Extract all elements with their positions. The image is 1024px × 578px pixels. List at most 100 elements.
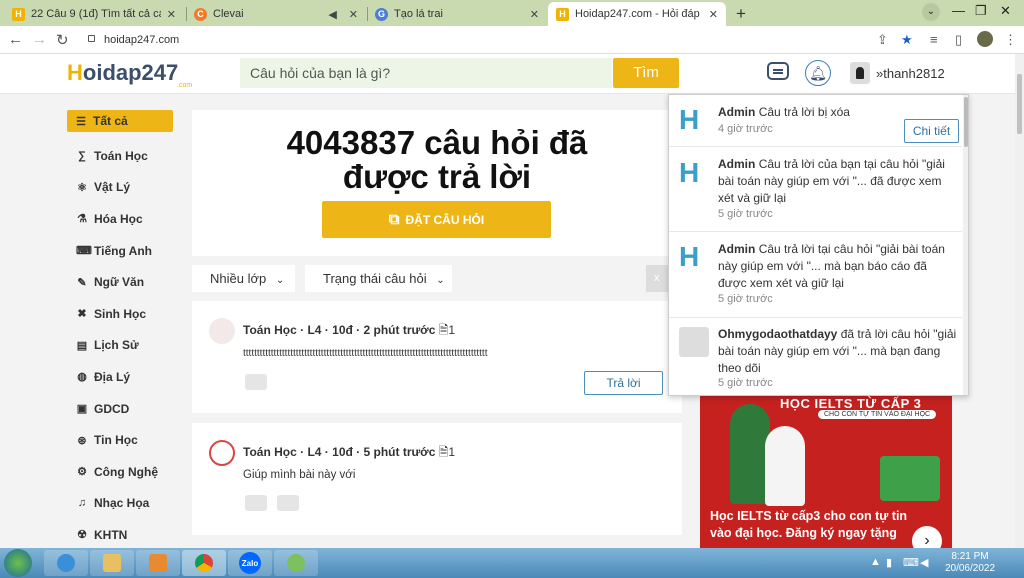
- sidebar-item[interactable]: ✖ Sinh Học: [60, 298, 180, 330]
- browser-tab[interactable]: G Tạo lá trai ✕: [367, 2, 547, 26]
- sidebar-item[interactable]: ▣ GDCD: [60, 393, 180, 425]
- question-card[interactable]: Toán Học · L4 · 10đ · 5 phút trước 🗎︎1 G…: [192, 423, 682, 535]
- taskbar-ie-icon[interactable]: [44, 550, 88, 576]
- browser-tab-bar: H 22 Câu 9 (1đ) Tìm tất cả các phân ✕ C …: [0, 0, 1024, 26]
- browser-tab[interactable]: H 22 Câu 9 (1đ) Tìm tất cả các phân ✕: [4, 2, 184, 26]
- ad-person-image: [730, 404, 770, 504]
- search-input[interactable]: Câu hỏi của bạn là gì?: [240, 58, 612, 88]
- bookmark-star-icon[interactable]: ★: [901, 32, 913, 48]
- question-subject[interactable]: Toán Học: [243, 323, 297, 337]
- question-thumbnail[interactable]: [245, 374, 267, 390]
- tray-network-icon[interactable]: ▮: [886, 556, 892, 569]
- close-tab-icon[interactable]: ✕: [530, 8, 539, 21]
- tab-search-icon[interactable]: ⌄: [922, 3, 940, 21]
- sidebar-item[interactable]: ♫ Nhạc Họa: [60, 488, 180, 520]
- minimize-button[interactable]: —: [952, 3, 965, 18]
- username[interactable]: »thanh2812: [876, 66, 945, 81]
- subject-sidebar: ☰ Tất cả ∑ Toán Học ⚛ Vật Lý ⚗ Hóa Học ⌨ Tiếng An…: [60, 108, 180, 551]
- mute-icon[interactable]: ◀: [328, 8, 336, 21]
- close-window-button[interactable]: ✕: [1000, 3, 1011, 19]
- new-tab-button[interactable]: +: [731, 4, 751, 24]
- ad-book-image: [880, 456, 940, 501]
- question-subject[interactable]: Toán Học: [243, 445, 297, 459]
- taskbar-explorer-icon[interactable]: [90, 550, 134, 576]
- computer-icon: ⊛: [77, 434, 87, 447]
- taskbar-media-icon[interactable]: [136, 550, 180, 576]
- sidebar-item-label: Lịch Sử: [94, 338, 139, 353]
- sidebar-item-label: GDCD: [94, 401, 130, 416]
- sidebar-item[interactable]: ⚗ Hóa Học: [60, 203, 180, 235]
- grade-filter[interactable]: Nhiều lớp ⌄: [192, 265, 295, 292]
- taskbar-clock[interactable]: 8:21 PM 20/06/2022: [940, 551, 1000, 575]
- gear-icon: ⚙: [77, 466, 87, 479]
- site-logo[interactable]: Hoidap247 .com: [67, 60, 192, 89]
- logo-sub: .com: [177, 82, 193, 89]
- sidebar-item[interactable]: ⊛ Tin Học: [60, 424, 180, 456]
- taskbar-paint-icon[interactable]: [274, 550, 318, 576]
- sidebar-item[interactable]: ✎ Ngữ Văn: [60, 266, 180, 298]
- notification-item[interactable]: H Admin Câu trả lời tại câu hỏi "giải bà…: [669, 232, 962, 318]
- close-tab-icon[interactable]: ✕: [167, 8, 176, 21]
- dna-icon: ✖: [77, 308, 87, 321]
- start-button[interactable]: [4, 549, 32, 577]
- notification-item[interactable]: H Admin Câu trả lời của bạn tại câu hỏi …: [669, 147, 962, 232]
- ad-person-image: [765, 426, 805, 506]
- close-tab-icon[interactable]: ✕: [349, 8, 358, 21]
- page-scrollbar[interactable]: [1015, 54, 1024, 548]
- notification-sender: Admin: [718, 242, 756, 256]
- browser-tab[interactable]: C Clevai ◀ ✕: [186, 2, 366, 26]
- question-points: 10đ: [332, 445, 353, 459]
- taskbar-zalo-icon[interactable]: Zalo: [228, 550, 272, 576]
- profile-avatar[interactable]: [977, 31, 993, 47]
- chevron-right-icon[interactable]: ›: [912, 526, 942, 548]
- attachment-count: 1: [448, 323, 456, 337]
- bell-icon[interactable]: 🔔︎: [805, 60, 831, 86]
- sidepanel-icon[interactable]: ▯: [955, 32, 962, 48]
- url-field[interactable]: hoidap247.com: [80, 30, 860, 50]
- ask-question-button[interactable]: ⧉ ĐẶT CÂU HỎI: [322, 201, 551, 238]
- sidebar-item[interactable]: ⌨ Tiếng Anh: [60, 235, 180, 267]
- forward-icon[interactable]: →: [32, 31, 47, 48]
- sidebar-item[interactable]: ☢ KHTN: [60, 519, 180, 551]
- tab-title: Clevai: [213, 8, 244, 20]
- music-icon: ♫: [77, 497, 87, 510]
- status-filter[interactable]: Trạng thái câu hỏi ⌄: [305, 265, 452, 292]
- sidebar-item[interactable]: ⚙ Công Nghệ: [60, 456, 180, 488]
- notifications-scrollbar[interactable]: [963, 95, 968, 395]
- chat-icon[interactable]: [767, 62, 789, 80]
- ad-banner[interactable]: HỌC IELTS TỪ CẤP 3 CHO CON TỰ TIN VÀO ĐẠ…: [700, 396, 952, 548]
- question-card[interactable]: Toán Học · L4 · 10đ · 2 phút trước 🗎︎1 t…: [192, 301, 682, 413]
- search-button[interactable]: Tìm: [613, 58, 679, 88]
- back-icon[interactable]: ←: [8, 31, 23, 48]
- sidebar-item[interactable]: ☰ Tất cả: [67, 110, 173, 132]
- grade-filter-label: Nhiều lớp: [210, 271, 267, 286]
- sidebar-item[interactable]: ⚛ Vật Lý: [60, 172, 180, 204]
- reply-button[interactable]: Trả lời: [584, 371, 663, 395]
- pen-icon: ✎: [77, 276, 87, 289]
- notification-time: 5 giờ trước: [718, 293, 773, 305]
- sidebar-item-label: Hóa Học: [94, 211, 143, 226]
- tray-arrow-icon[interactable]: ▲: [870, 556, 881, 568]
- user-avatar[interactable]: [850, 62, 870, 84]
- question-thumbnail[interactable]: [245, 495, 267, 511]
- maximize-button[interactable]: ❐: [975, 3, 987, 19]
- sidebar-item[interactable]: ▤ Lịch Sử: [60, 330, 180, 362]
- menu-icon[interactable]: ⋮: [1004, 32, 1017, 48]
- logo-text: oidap247: [82, 60, 179, 85]
- notification-sender: Admin: [718, 157, 756, 171]
- notification-item[interactable]: H Admin Câu trả lời bị xóa 4 giờ trước C…: [669, 95, 962, 147]
- browser-tab-active[interactable]: H Hoidap247.com - Hỏi đáp bài tập ✕: [548, 2, 726, 26]
- tray-volume-icon[interactable]: ◀: [920, 556, 928, 569]
- flask-icon: ⚗: [77, 213, 87, 226]
- close-tab-icon[interactable]: ✕: [709, 8, 718, 21]
- reading-list-icon[interactable]: ≡: [930, 32, 938, 47]
- tray-keyboard-icon[interactable]: ⌨: [903, 556, 919, 569]
- taskbar-chrome-icon[interactable]: [182, 550, 226, 576]
- detail-button[interactable]: Chi tiết: [904, 119, 959, 143]
- question-thumbnail[interactable]: [277, 495, 299, 511]
- share-icon[interactable]: ⇪: [877, 32, 888, 48]
- sidebar-item[interactable]: ∑ Toán Học: [60, 140, 180, 172]
- notification-item[interactable]: Ohmygodaothatdayy đã trả lời câu hỏi "gi…: [669, 318, 962, 395]
- sidebar-item[interactable]: ◍ Địa Lý: [60, 361, 180, 393]
- reload-icon[interactable]: ↻: [56, 31, 69, 49]
